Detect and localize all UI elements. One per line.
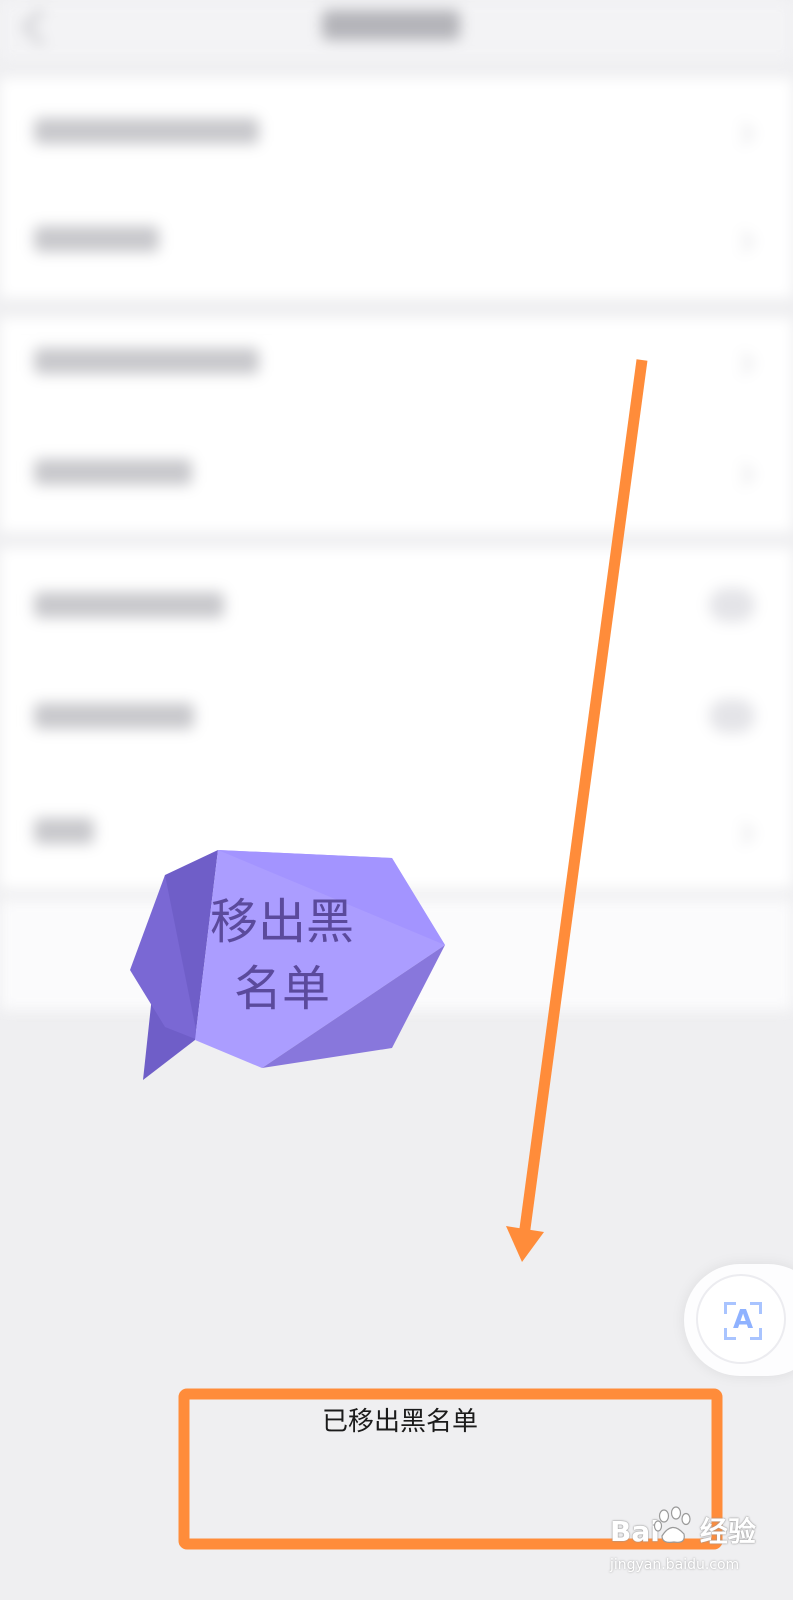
watermark-url: jingyan.baidu.com (610, 1557, 740, 1573)
paw-logo-icon (653, 1506, 691, 1543)
speech-bubble-annotation: 移出黑 名单 (130, 850, 445, 1080)
bubble-line-1: 移出黑 (210, 894, 354, 950)
watermark: Bai 经验 jingyan.baidu.com (600, 1506, 790, 1596)
arrow-annotation (506, 359, 648, 1262)
annotation-overlay: 移出黑 名单 (130, 359, 723, 1550)
bubble-line-2: 名单 (234, 961, 330, 1017)
